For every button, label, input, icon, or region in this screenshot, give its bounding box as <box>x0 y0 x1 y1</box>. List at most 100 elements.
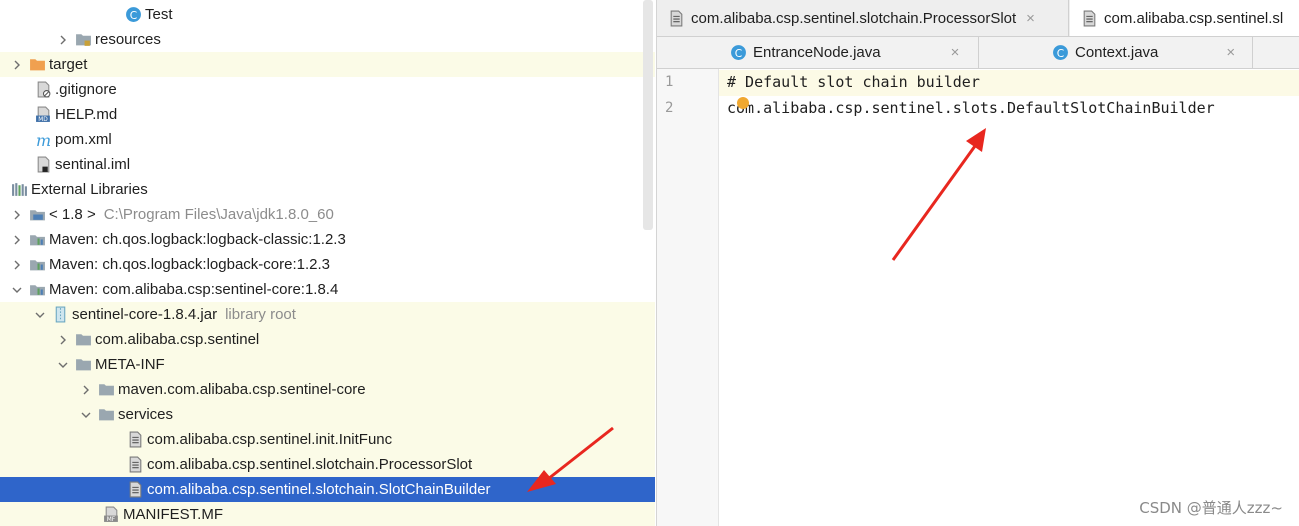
close-icon[interactable]: × <box>1026 10 1035 27</box>
tree-item-label: .gitignore <box>55 81 117 98</box>
tree-item-initfunc[interactable]: com.alibaba.csp.sentinel.init.InitFunc <box>0 427 655 452</box>
tree-item-secondary: C:\Program Files\Java\jdk1.8.0_60 <box>103 206 334 223</box>
tree-item-external-libraries[interactable]: External Libraries <box>0 177 655 202</box>
tree-item-logback-core[interactable]: Maven: ch.qos.logback:logback-core:1.2.3 <box>0 252 655 277</box>
folder-icon <box>97 381 115 399</box>
tree-item-label: com.alibaba.csp.sentinel.slotchain.Proce… <box>147 456 473 473</box>
tree-item-sentinel-core[interactable]: Maven: com.alibaba.csp:sentinel-core:1.8… <box>0 277 655 302</box>
svg-text:C: C <box>129 9 136 22</box>
target-folder-icon <box>28 56 46 74</box>
tree-item-jdk[interactable]: < 1.8 > C:\Program Files\Java\jdk1.8.0_6… <box>0 202 655 227</box>
tree-item-label: Test <box>145 6 173 23</box>
editor-tab-bar-primary: com.alibaba.csp.sentinel.slotchain.Proce… <box>657 0 1299 37</box>
tree-item-label: Maven: com.alibaba.csp:sentinel-core:1.8… <box>49 281 339 298</box>
manifest-file-icon: MF <box>102 506 120 524</box>
chevron-right-icon[interactable] <box>79 383 93 397</box>
resources-folder-icon <box>74 31 92 49</box>
svg-text:m: m <box>35 131 50 148</box>
markdown-file-icon: MD <box>34 106 52 124</box>
tree-scrollbar[interactable] <box>643 0 653 230</box>
code-line[interactable]: # Default slot chain builder <box>727 73 980 91</box>
tab-slotchainbuilder[interactable]: com.alibaba.csp.sentinel.sl <box>1070 0 1299 36</box>
chevron-right-icon[interactable] <box>10 258 24 272</box>
chevron-right-icon[interactable] <box>56 33 70 47</box>
package-folder-icon <box>74 331 92 349</box>
text-file-icon <box>126 481 144 499</box>
tab-label: Context.java <box>1075 44 1159 61</box>
tree-item-services[interactable]: services <box>0 402 655 427</box>
line-number: 2 <box>665 100 674 116</box>
folder-icon <box>97 406 115 424</box>
chevron-down-icon[interactable] <box>33 308 47 322</box>
line-number: 1 <box>665 74 674 90</box>
chevron-right-icon[interactable] <box>10 233 24 247</box>
maven-file-icon: m <box>34 131 52 149</box>
java-class-icon: C <box>729 44 747 62</box>
tree-item-processorslot[interactable]: com.alibaba.csp.sentinel.slotchain.Proce… <box>0 452 655 477</box>
tree-item-maven-folder[interactable]: maven.com.alibaba.csp.sentinel-core <box>0 377 655 402</box>
close-icon[interactable]: × <box>951 44 960 61</box>
tree-item-logback-classic[interactable]: Maven: ch.qos.logback:logback-classic:1.… <box>0 227 655 252</box>
svg-text:MF: MF <box>106 517 115 523</box>
tree-item-label: HELP.md <box>55 106 118 123</box>
tree-item-label: META-INF <box>95 356 165 373</box>
tree-item-label: pom.xml <box>55 131 112 148</box>
tree-item-label: External Libraries <box>31 181 148 198</box>
chevron-right-icon[interactable] <box>10 58 24 72</box>
iml-file-icon <box>34 156 52 174</box>
tree-item-pom-xml[interactable]: m pom.xml <box>0 127 655 152</box>
tab-label: EntranceNode.java <box>753 44 881 61</box>
library-icon <box>28 231 46 249</box>
line-number-gutter: 1 2 <box>657 69 719 526</box>
text-file-icon <box>1080 9 1098 27</box>
tab-label: com.alibaba.csp.sentinel.sl <box>1104 9 1284 27</box>
tree-item-help-md[interactable]: MD HELP.md <box>0 102 655 127</box>
chevron-right-icon[interactable] <box>10 208 24 222</box>
tree-item-label: < 1.8 > <box>49 206 96 223</box>
chevron-down-icon[interactable] <box>56 358 70 372</box>
text-file-icon <box>667 9 685 27</box>
tree-item-label: services <box>118 406 174 423</box>
java-class-icon: C <box>1051 44 1069 62</box>
tab-context[interactable]: C Context.java × <box>979 37 1253 68</box>
tree-item-label: MANIFEST.MF <box>123 506 223 523</box>
tree-item-sentinel-core-jar[interactable]: sentinel-core-1.8.4.jar library root <box>0 302 655 327</box>
tree-item-slotchainbuilder[interactable]: com.alibaba.csp.sentinel.slotchain.SlotC… <box>0 477 655 502</box>
chevron-right-icon[interactable] <box>56 333 70 347</box>
jdk-icon <box>28 206 46 224</box>
project-tree-panel: C Test resources target .gitignore MD HE… <box>0 0 655 526</box>
chevron-down-icon[interactable] <box>79 408 93 422</box>
tree-item-label: target <box>49 56 88 73</box>
tree-item-target[interactable]: target <box>0 52 655 77</box>
code-line[interactable]: com.alibaba.csp.sentinel.slots.DefaultSl… <box>727 99 1215 117</box>
tree-item-label: com.alibaba.csp.sentinel <box>95 331 260 348</box>
folder-icon <box>74 356 92 374</box>
java-class-icon: C <box>124 6 142 24</box>
editor-tab-bar-secondary: C EntranceNode.java × C Context.java × <box>657 37 1299 69</box>
tree-item-package-sentinel[interactable]: com.alibaba.csp.sentinel <box>0 327 655 352</box>
tree-item-resources[interactable]: resources <box>0 27 655 52</box>
tree-item-sentinal-iml[interactable]: sentinal.iml <box>0 152 655 177</box>
tree-item-meta-inf[interactable]: META-INF <box>0 352 655 377</box>
tree-item-manifest[interactable]: MF MANIFEST.MF <box>0 502 655 526</box>
tree-item-label: resources <box>95 31 161 48</box>
tree-item-label: Maven: ch.qos.logback:logback-classic:1.… <box>49 231 346 248</box>
jar-icon <box>51 306 69 324</box>
intention-bulb-icon[interactable] <box>737 97 749 109</box>
close-icon[interactable]: × <box>1226 44 1235 61</box>
chevron-down-icon[interactable] <box>10 283 24 297</box>
tree-item-gitignore[interactable]: .gitignore <box>0 77 655 102</box>
tree-item-label: com.alibaba.csp.sentinel.init.InitFunc <box>147 431 393 448</box>
svg-text:MD: MD <box>38 117 48 123</box>
tab-label: com.alibaba.csp.sentinel.slotchain.Proce… <box>691 9 1017 27</box>
library-icon <box>28 256 46 274</box>
svg-text:C: C <box>1056 47 1063 60</box>
tab-entrancenode[interactable]: C EntranceNode.java × <box>657 37 979 68</box>
text-file-icon <box>126 456 144 474</box>
tab-processorslot[interactable]: com.alibaba.csp.sentinel.slotchain.Proce… <box>657 0 1069 36</box>
watermark: CSDN @普通人zzz~ <box>1139 499 1283 517</box>
tree-item-test[interactable]: C Test <box>0 2 655 27</box>
tree-item-label: Maven: ch.qos.logback:logback-core:1.2.3 <box>49 256 330 273</box>
text-file-icon <box>126 431 144 449</box>
gitignore-file-icon <box>34 81 52 99</box>
